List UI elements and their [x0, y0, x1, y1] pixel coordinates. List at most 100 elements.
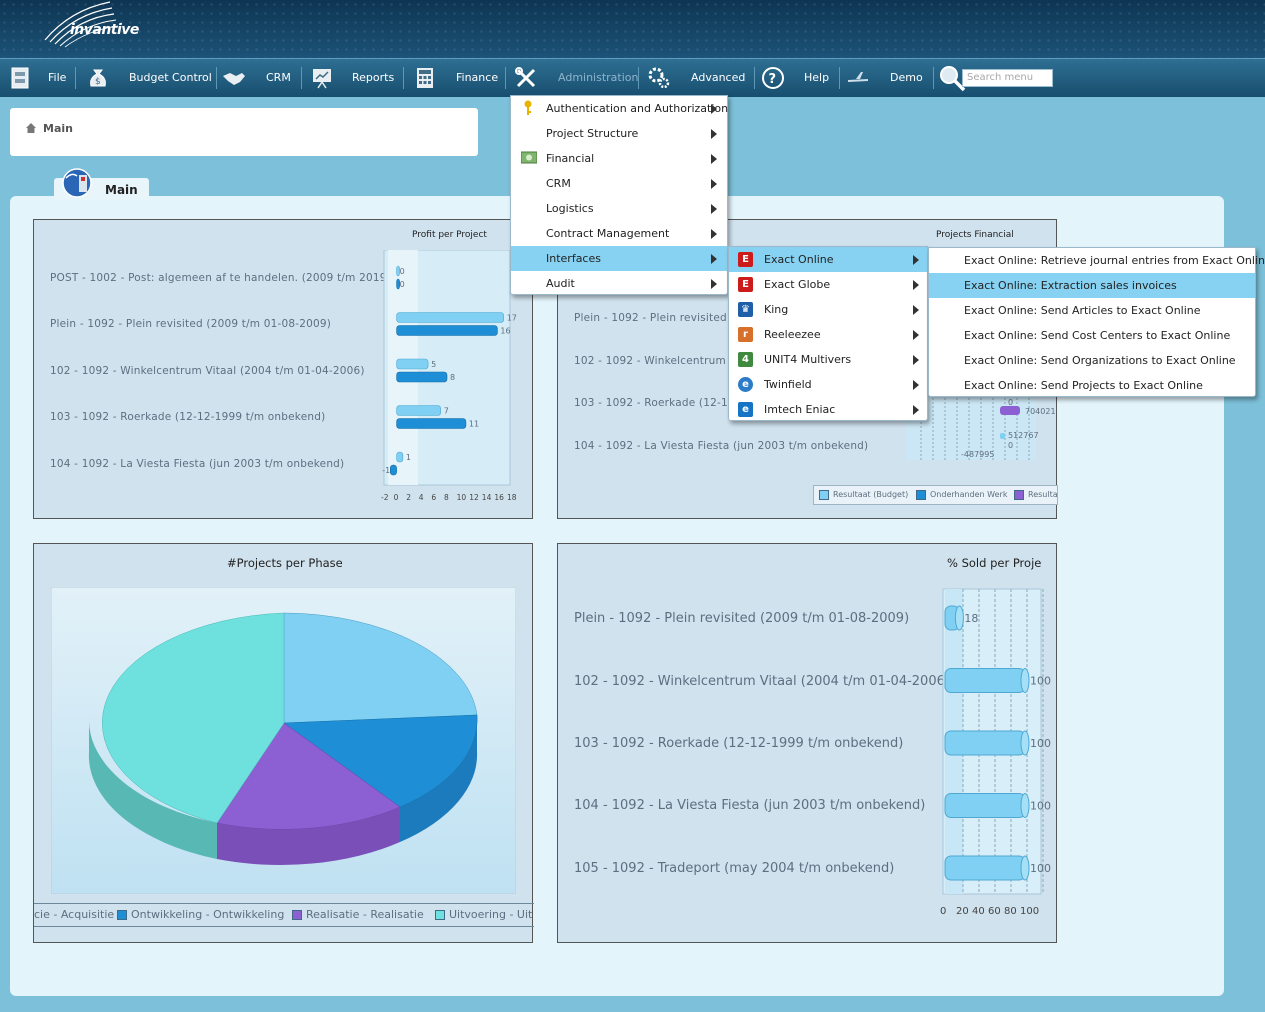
- submenu-arrow-icon: [711, 204, 717, 214]
- category-label: Plein - 1092 - Plein revisited (2009 t/m…: [574, 611, 910, 626]
- category-label: Plein - 1092 - Plein revisited: [574, 312, 727, 324]
- menu-item-project-structure[interactable]: Project Structure: [511, 121, 727, 146]
- value-label: 0: [1008, 398, 1014, 407]
- menu-item-crm[interactable]: CRM: [511, 171, 727, 196]
- menu-budget-control[interactable]: $ Budget Control: [80, 59, 215, 97]
- menu-demo[interactable]: Demo: [844, 59, 932, 97]
- tools-icon: [515, 67, 536, 88]
- menu-item-exact-online[interactable]: E Exact Online: [729, 247, 927, 272]
- submenu-arrow-icon: [913, 255, 919, 265]
- menu-item-reeleezee[interactable]: r Reeleezee: [729, 322, 927, 347]
- search-menu-input[interactable]: Search menu: [962, 69, 1053, 87]
- category-label: 102 - 1092 - Winkelcentrum V: [574, 355, 737, 367]
- menu-item-send-cost-centers[interactable]: Exact Online: Send Cost Centers to Exact…: [929, 323, 1255, 348]
- tick-label: 6: [431, 493, 436, 502]
- category-label: 102 - 1092 - Winkelcentrum Vitaal (2004 …: [50, 365, 365, 377]
- menu-item-interfaces[interactable]: Interfaces: [511, 246, 727, 271]
- dashboard-globe-icon: [62, 168, 92, 198]
- menu-item-exact-globe[interactable]: E Exact Globe: [729, 272, 927, 297]
- breadcrumb-main[interactable]: Main: [43, 122, 73, 135]
- breadcrumb: Main: [10, 108, 478, 156]
- home-icon[interactable]: [25, 122, 37, 134]
- submenu-arrow-icon: [913, 355, 919, 365]
- menu-finance-label: Finance: [456, 71, 499, 84]
- sold-bar-chart: 181001001001000 20 40 60 80 100: [940, 588, 1051, 917]
- menu-item-label: Interfaces: [546, 252, 601, 265]
- data-label: 1: [406, 453, 411, 462]
- chart-title: % Sold per Proje: [947, 556, 1042, 570]
- submenu-arrow-icon: [711, 104, 717, 114]
- menu-administration[interactable]: Administration: [510, 59, 639, 97]
- menu-reports[interactable]: Reports: [306, 59, 401, 97]
- tick-label: 8: [444, 493, 449, 502]
- menu-item-label: Exact Online: Send Organizations to Exac…: [964, 354, 1236, 367]
- menu-demo-label: Demo: [890, 71, 923, 84]
- bar: [396, 325, 498, 336]
- gears-icon: [648, 67, 670, 89]
- data-label: 18: [964, 612, 978, 625]
- menu-item-label: CRM: [546, 177, 571, 190]
- menu-item-authentication[interactable]: Authentication and Authorization: [511, 96, 728, 121]
- menu-item-retrieve-journal-entries[interactable]: Exact Online: Retrieve journal entries f…: [929, 248, 1265, 273]
- bar: [944, 793, 1026, 818]
- main-menubar: File $ Budget Control CRM Reports Financ…: [0, 58, 1265, 97]
- menu-item-label: Exact Online: Send Cost Centers to Exact…: [964, 329, 1231, 342]
- menu-separator: [301, 67, 302, 89]
- category-label: 103 - 1092 - Roerkade (12-12-1999 t/m on…: [50, 411, 326, 423]
- menu-item-send-articles[interactable]: Exact Online: Send Articles to Exact Onl…: [929, 298, 1255, 323]
- tab-main-label: Main: [105, 183, 138, 197]
- category-label: POST - 1002 - Post: algemeen af te hande…: [50, 272, 391, 284]
- menu-advanced[interactable]: Advanced: [643, 59, 753, 97]
- menu-item-label: Reeleezee: [764, 328, 821, 341]
- bar: [396, 371, 448, 383]
- menu-crm[interactable]: CRM: [220, 59, 300, 97]
- menu-item-label: Project Structure: [546, 127, 639, 140]
- menu-item-send-organizations[interactable]: Exact Online: Send Organizations to Exac…: [929, 348, 1255, 373]
- legend-label: Resultaat (Budget): [833, 490, 909, 499]
- key-icon: [524, 100, 532, 115]
- category-label: 103 - 1092 - Roerkade (12-12-1999 t/m on…: [574, 736, 904, 751]
- submenu-arrow-icon: [711, 129, 717, 139]
- profit-bar-chart: 017571016811-1-2 0 2 4 6 8 10 12 14 16 18: [381, 250, 517, 502]
- bar-cap: [1020, 793, 1030, 818]
- menu-item-logistics[interactable]: Logistics: [511, 196, 727, 221]
- menu-item-label: Imtech Eniac: [764, 403, 836, 416]
- value-label: 704021: [1025, 407, 1056, 416]
- menu-item-label: King: [764, 303, 789, 316]
- presentation-board-icon: [313, 69, 331, 89]
- menu-item-send-projects[interactable]: Exact Online: Send Projects to Exact Onl…: [929, 373, 1255, 398]
- category-label: 104 - 1092 - La Viesta Fiesta (jun 2003 …: [574, 798, 926, 813]
- money-bag-icon: $: [90, 69, 106, 87]
- menu-item-contract-management[interactable]: Contract Management: [511, 221, 727, 246]
- menu-file[interactable]: File: [0, 59, 75, 97]
- legend-swatch: [1014, 490, 1024, 500]
- menu-item-imtech-eniac[interactable]: e Imtech Eniac: [729, 397, 927, 422]
- value-label: 512767: [1008, 431, 1039, 440]
- menu-separator: [403, 67, 404, 89]
- data-label: 0: [400, 280, 405, 289]
- data-label: 11: [469, 420, 479, 429]
- twinfield-icon: e: [738, 377, 753, 392]
- legend-label: Onderhanden Werk: [930, 490, 1008, 499]
- data-label: 100: [1030, 862, 1051, 875]
- menu-help[interactable]: ? Help: [759, 59, 838, 97]
- menu-reports-label: Reports: [352, 71, 395, 84]
- widget-sold-per-project: % Sold per Proje Plein - 1092 - Plein re…: [557, 543, 1057, 943]
- menu-item-label: Exact Online: Retrieve journal entries f…: [964, 254, 1265, 267]
- menu-item-twinfield[interactable]: e Twinfield: [729, 372, 927, 397]
- bar: [944, 668, 1026, 693]
- submenu-arrow-icon: [913, 405, 919, 415]
- menu-item-unit4-multivers[interactable]: 4 UNIT4 Multivers: [729, 347, 927, 372]
- unit4-icon: 4: [738, 352, 753, 367]
- chart-title: #Projects per Phase: [227, 556, 343, 570]
- menu-item-financial[interactable]: Financial: [511, 146, 727, 171]
- tick-label: 40: [972, 906, 985, 917]
- menu-item-audit[interactable]: Audit: [511, 271, 727, 296]
- bar: [1000, 433, 1005, 439]
- menu-item-extraction-sales-invoices[interactable]: Exact Online: Extraction sales invoices: [929, 273, 1255, 298]
- menu-item-king[interactable]: ♛ King: [729, 297, 927, 322]
- category-label: 102 - 1092 - Winkelcentrum Vitaal (2004 …: [574, 674, 950, 689]
- imtech-icon: e: [738, 402, 753, 417]
- invantive-logo[interactable]: invantive: [40, 0, 150, 48]
- menu-finance[interactable]: Finance: [408, 59, 504, 97]
